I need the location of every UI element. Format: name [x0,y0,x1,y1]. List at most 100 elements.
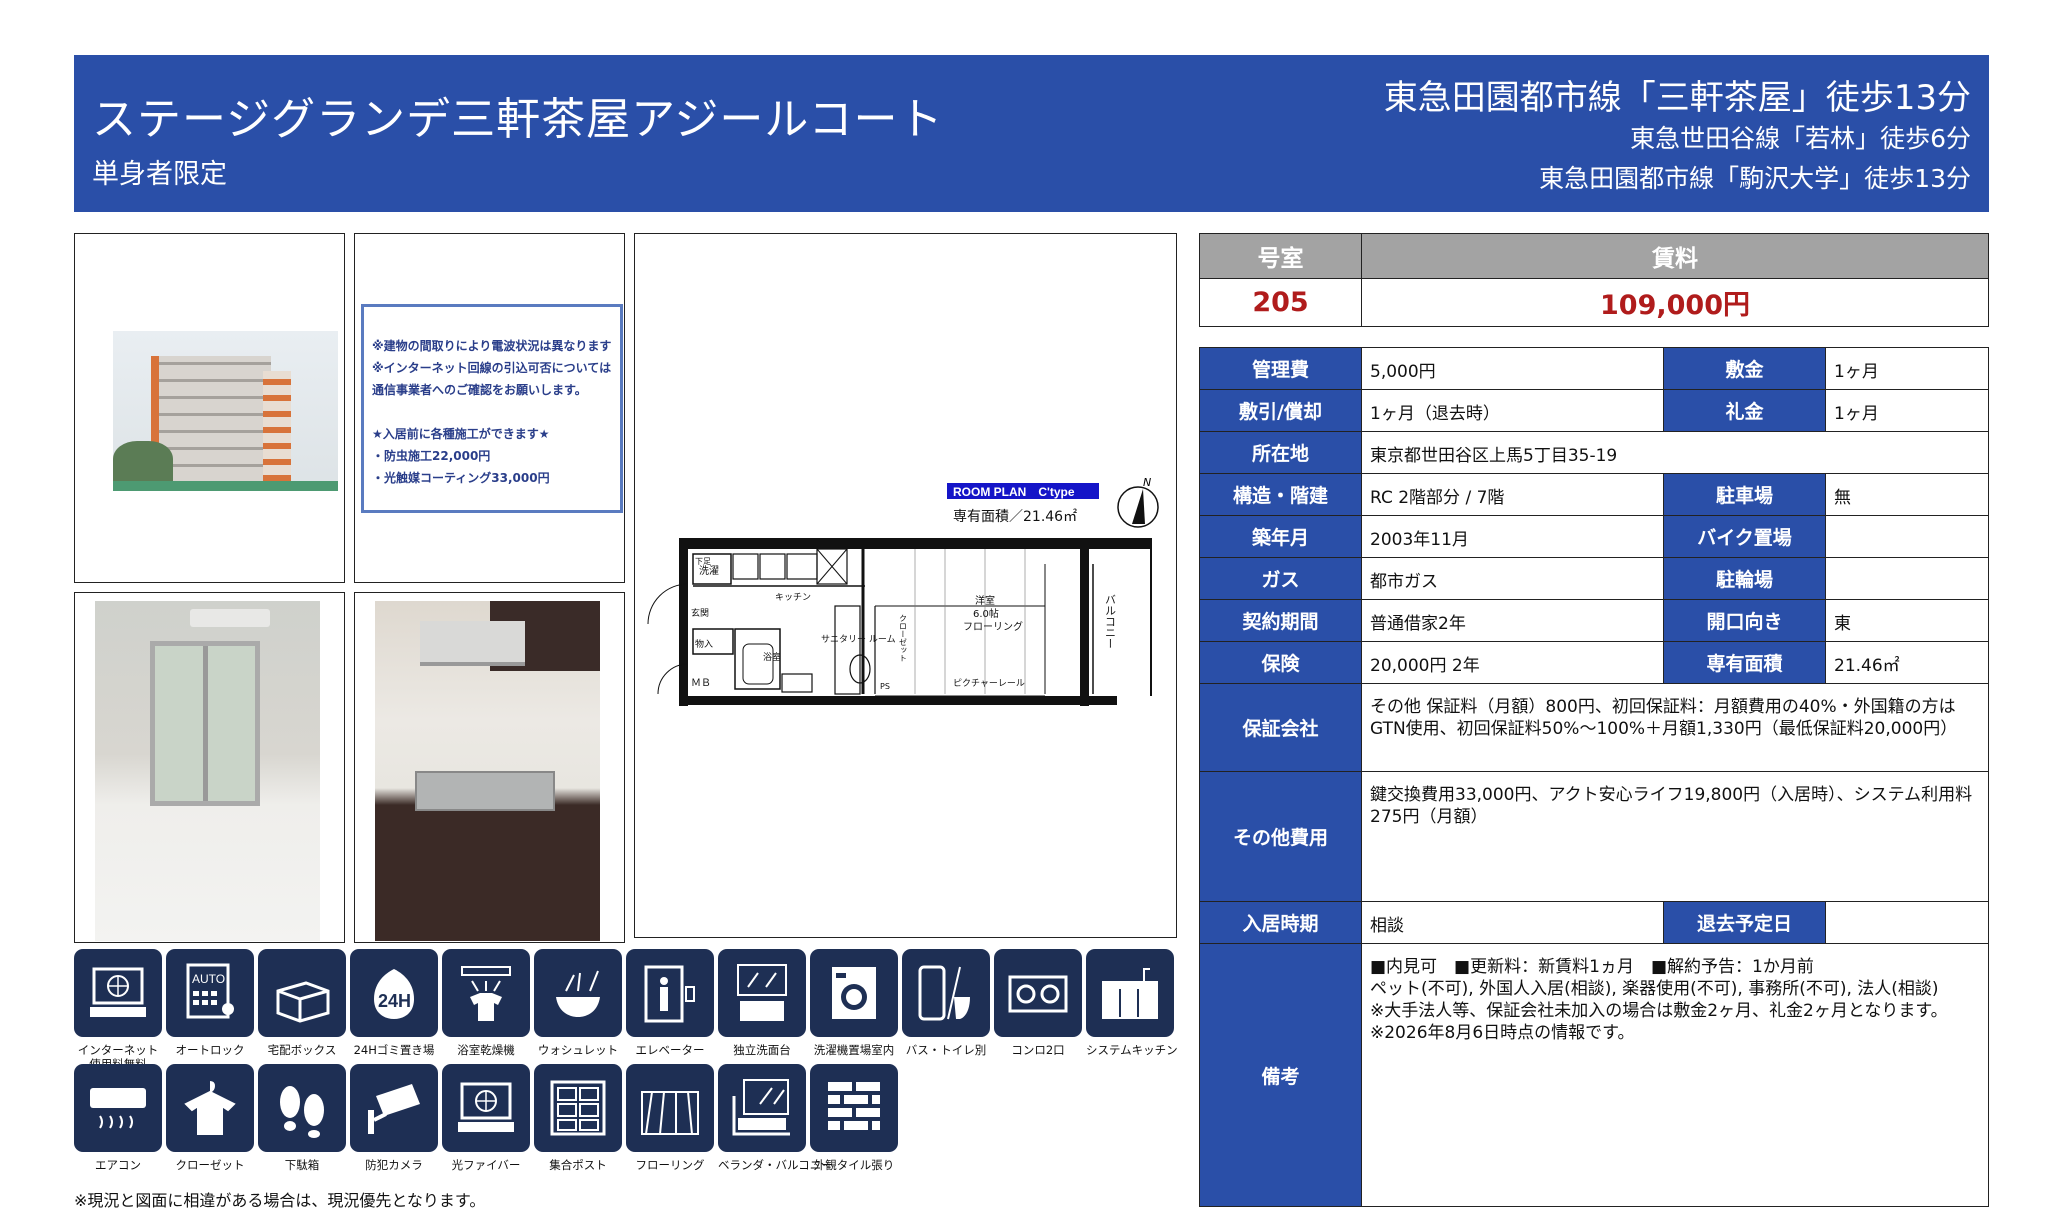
air-conditioner-icon [74,1064,162,1152]
other-fees-line-2: 275円（月額） [1370,807,1488,827]
bath-toilet-icon [902,949,990,1037]
value-gas: 都市ガス [1361,557,1664,600]
room-closet: クローゼット [899,614,908,662]
value-movein: 相談 [1361,901,1664,944]
guarantor-line-1: その他 保証料（月額）800円、初回保証料：月額費用の40%・外国籍の方は [1370,697,1956,717]
room-mb: ＭＢ [691,678,711,689]
room-size: 6.0帖 [973,607,999,620]
room-entrance: 玄関 [691,607,709,619]
value-remarks: ■内見可 ■更新料：新賃料1ヵ月 ■解約予告：1か月前 ペット(不可), 外国人… [1361,943,1989,1207]
amenity-label: コンロ2口 [1011,1043,1065,1057]
amenity-aircon: エアコン [74,1064,162,1172]
room-storage: 物入 [695,638,713,650]
flooring-icon [626,1064,714,1152]
camera-icon [350,1064,438,1152]
label-moveout: 退去予定日 [1663,901,1826,944]
svg-text:AUTO: AUTO [192,972,225,986]
property-subtitle: 単身者限定 [92,159,227,190]
bath-dryer-icon [442,949,530,1037]
remarks-line-1: ■内見可 ■更新料：新賃料1ヵ月 ■解約予告：1か月前 [1370,957,1814,977]
room-number-label: 号室 [1199,233,1362,279]
label-parking: 駐車場 [1663,473,1826,516]
station-main: 東急田園都市線「三軒茶屋」徒歩13分 [1383,78,1971,118]
other-fees-line-1: 鍵交換費用33,000円、アクト安心ライフ19,800円（入居時）、システム利用… [1370,785,1973,805]
amenity-autolock: AUTO オートロック [166,949,254,1057]
value-kanrihi: 5,000円 [1361,347,1664,390]
amenity-label: 独立洗面台 [733,1043,791,1057]
value-shikibiki: 1ヶ月（退去時） [1361,389,1664,432]
amenity-bath-dryer: 浴室乾燥機 [442,949,530,1057]
label-contract: 契約期間 [1199,599,1362,642]
room-number: 205 [1199,278,1362,327]
amenity-elevator: エレベーター [626,949,714,1057]
amenity-delivery: 宅配ボックス [258,949,346,1057]
notice-box: ※建物の間取りにより電波状況は異なります ※インターネット回線の引込可否について… [361,304,623,513]
amenity-balcony: ベランダ・バルコニー [718,1064,833,1172]
amenity-label: フローリング [635,1158,705,1172]
north-mark: N [1143,476,1151,489]
kitchen-photo [354,592,625,943]
label-remarks: 備考 [1199,943,1362,1207]
room-balcony: バルコニー [1104,594,1117,649]
amenity-garbage: 24H 24Hゴミ置き場 [350,949,438,1057]
value-shikikin: 1ヶ月 [1825,347,1989,390]
value-moveout [1825,901,1989,944]
room-rail: ピクチャーレール [953,678,1025,689]
amenity-label: 光ファイバー [451,1158,521,1172]
label-kanrihi: 管理費 [1199,347,1362,390]
value-area: 21.46㎡ [1825,641,1989,684]
notice-line: ★入居前に各種施工ができます★ [372,427,550,441]
value-structure: RC 2階部分 / 7階 [1361,473,1664,516]
value-built: 2003年11月 [1361,515,1664,558]
plan-area: 専有面積／21.46㎡ [953,509,1077,525]
notice-line: ・防虫施工22,000円 [372,449,491,463]
amenity-label: 浴室乾燥機 [457,1043,515,1057]
floor-plan-drawing: ROOM PLAN C'type 専有面積／21.46㎡ N 洗濯 キッチン 玄… [647,476,1159,706]
value-bicycle [1825,557,1989,600]
footer-note: ※現況と図面に相違がある場合は、現況優先となります。 [74,1191,486,1210]
room-photo [74,592,345,943]
value-contract: 普通借家2年 [1361,599,1664,642]
room-flooring: フローリング [963,620,1023,633]
notice-line: ・光触媒コーティング33,000円 [372,471,550,485]
elevator-icon [626,949,714,1037]
amenity-label: 洗濯機置場室内 [813,1043,895,1057]
label-movein: 入居時期 [1199,901,1362,944]
room-shoe: 下足 [695,557,711,566]
amenity-camera: 防犯カメラ [350,1064,438,1172]
amenity-label: ウォシュレット [537,1043,619,1057]
amenity-label: バス・トイレ別 [905,1043,987,1057]
exterior-photo [74,233,345,583]
amenity-mailbox: 集合ポスト [534,1064,622,1172]
label-insurance: 保険 [1199,641,1362,684]
floor-plan: ROOM PLAN C'type 専有面積／21.46㎡ N 洗濯 キッチン 玄… [634,233,1177,938]
amenity-label: システムキッチン [1086,1043,1178,1057]
label-shikikin: 敷金 [1663,347,1826,390]
plan-label: ROOM PLAN C'type [953,485,1075,499]
notice-line: 通信事業者へのご確認をお願いします。 [372,383,587,397]
internet-icon [74,949,162,1037]
fiber-icon [442,1064,530,1152]
amenity-label: 防犯カメラ [365,1158,423,1172]
value-other-fees: 鍵交換費用33,000円、アクト安心ライフ19,800円（入居時）、システム利用… [1361,771,1989,902]
washlet-icon [534,949,622,1037]
amenity-label: 外観タイル張り [813,1158,895,1172]
label-gas: ガス [1199,557,1362,600]
stove-icon [994,949,1082,1037]
header-banner: ステージグランデ三軒茶屋アジールコート 単身者限定 東急田園都市線「三軒茶屋」徒… [74,55,1989,212]
price-table: 号室 賃料 205 109,000円 [1199,233,1989,327]
label-built: 築年月 [1199,515,1362,558]
amenity-label: オートロック [175,1043,245,1057]
garbage-24h-icon: 24H [350,949,438,1037]
property-name: ステージグランデ三軒茶屋アジールコート [92,94,944,145]
station-2: 東急世田谷線「若林」徒歩6分 [1630,124,1971,153]
building-image [113,331,338,491]
vanity-icon [718,949,806,1037]
shoe-box-icon [258,1064,346,1152]
amenity-tile: 外観タイル張り [810,1064,898,1172]
label-bike: バイク置場 [1663,515,1826,558]
amenity-label: ベランダ・バルコニー [718,1158,833,1172]
value-direction: 東 [1825,599,1989,642]
amenity-shoebox: 下駄箱 [258,1064,346,1172]
amenity-washing-machine: 洗濯機置場室内 [810,949,898,1057]
